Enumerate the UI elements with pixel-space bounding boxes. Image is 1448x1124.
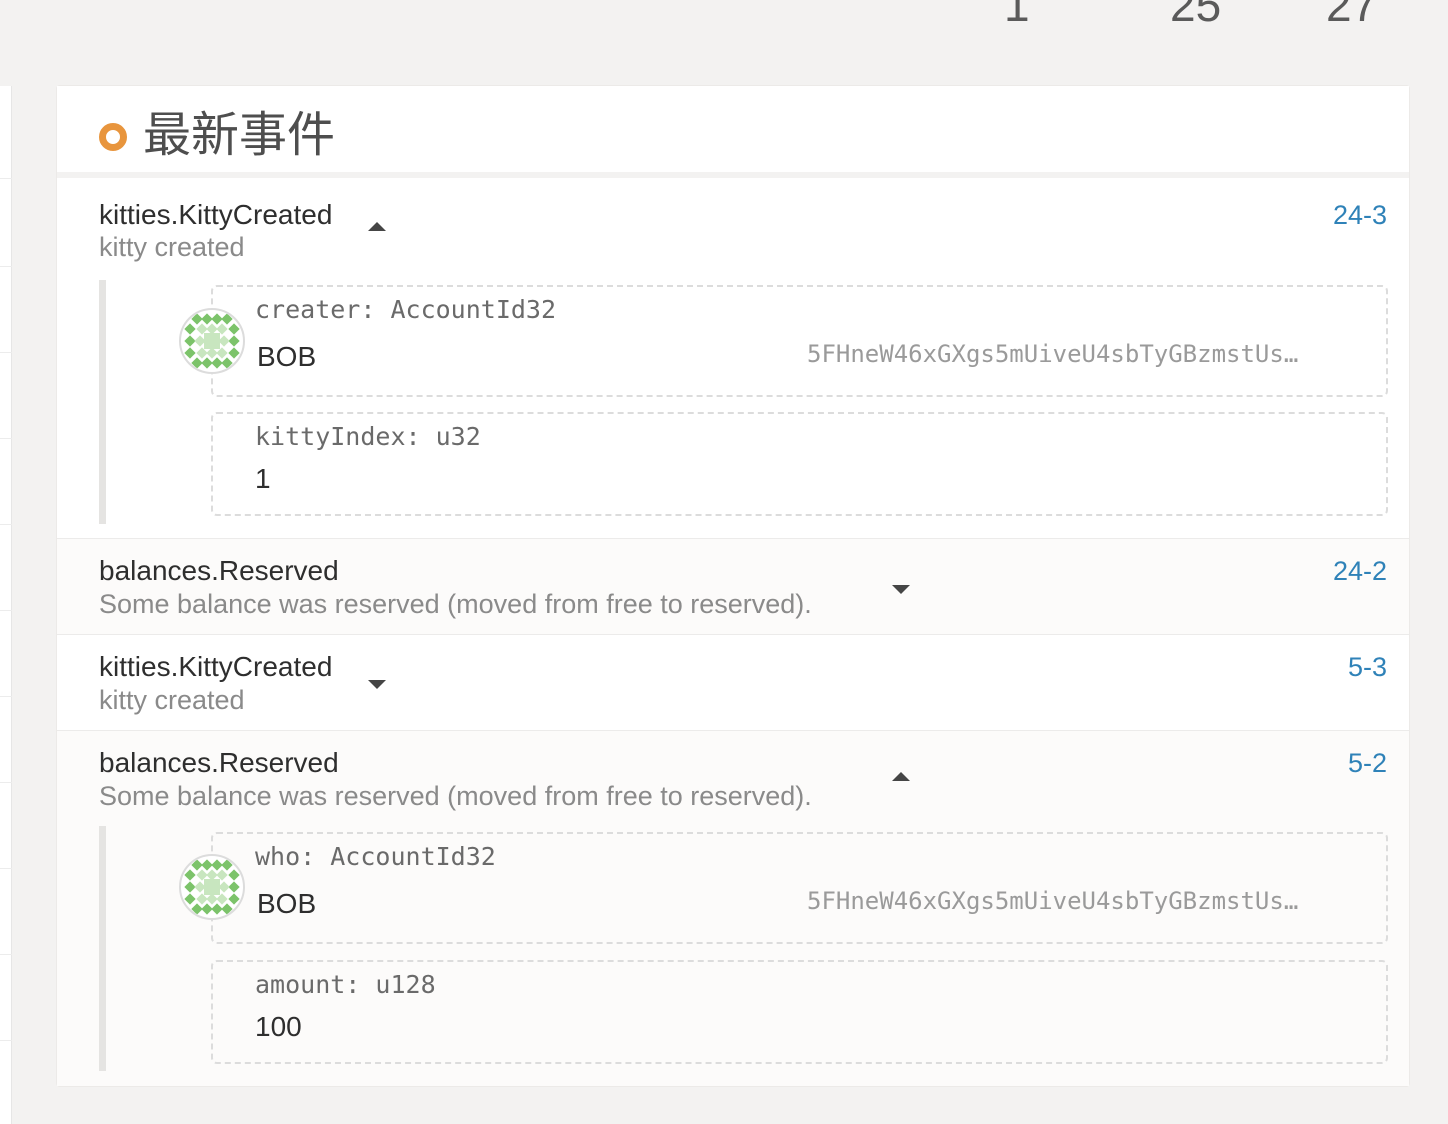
- event-row[interactable]: kitties.KittyCreated kitty created 5-3: [57, 635, 1409, 731]
- param-account: creater: AccountId32 BOB 5FHneW46xGXgs5m…: [211, 285, 1388, 397]
- stat-value: 27: [1326, 0, 1378, 31]
- param-index: kittyIndex: u32 1: [211, 412, 1388, 516]
- panel-title: 最新事件: [143, 107, 336, 163]
- account-address[interactable]: 5FHneW46xGXgs5mUiveU4sbTyGBzmstUs…: [807, 884, 1298, 918]
- param-label: creater: AccountId32: [255, 295, 557, 324]
- param-label: amount: u128: [255, 970, 436, 999]
- event-id-link[interactable]: 24-2: [1333, 554, 1387, 588]
- event-description: Some balance was reserved (moved from fr…: [99, 589, 812, 619]
- event-name: balances.Reserved: [99, 555, 339, 586]
- account-name: BOB: [257, 341, 317, 372]
- stat-value: 25: [1170, 0, 1222, 31]
- event-name: kitties.KittyCreated: [99, 651, 333, 682]
- param-value: 100: [255, 1011, 302, 1042]
- event-name: kitties.KittyCreated: [99, 199, 333, 230]
- status-dot-icon: [99, 123, 127, 151]
- event-id-link[interactable]: 5-2: [1348, 746, 1387, 780]
- collapse-caret-icon[interactable]: [368, 222, 386, 231]
- stat-value: 1: [1004, 0, 1030, 31]
- identicon-avatar-icon[interactable]: [179, 854, 245, 920]
- event-row[interactable]: balances.Reserved Some balance was reser…: [57, 539, 1409, 635]
- event-id-link[interactable]: 24-3: [1333, 198, 1387, 232]
- event-description: Some balance was reserved (moved from fr…: [99, 781, 812, 811]
- param-value: 1: [255, 463, 271, 494]
- param-amount: amount: u128 100: [211, 960, 1388, 1064]
- params-bar: [99, 826, 106, 1071]
- event-id-link[interactable]: 5-3: [1348, 650, 1387, 684]
- event-name: balances.Reserved: [99, 747, 339, 778]
- collapse-caret-icon[interactable]: [892, 772, 910, 781]
- event-description: kitty created: [99, 232, 245, 262]
- account-name: BOB: [257, 888, 317, 919]
- event-row: balances.Reserved Some balance was reser…: [57, 731, 1409, 1086]
- account-address[interactable]: 5FHneW46xGXgs5mUiveU4sbTyGBzmstUs…: [807, 337, 1298, 371]
- identicon-icon: [184, 313, 240, 369]
- identicon-icon: [184, 859, 240, 915]
- left-panel-edge: [0, 86, 12, 1124]
- expand-caret-icon[interactable]: [368, 680, 386, 689]
- top-stats: 1 25 27: [0, 0, 1448, 42]
- param-label: who: AccountId32: [255, 842, 496, 871]
- params-bar: [99, 280, 106, 524]
- panel-header: 最新事件: [57, 86, 1409, 178]
- event-description: kitty created: [99, 685, 245, 715]
- event-row: kitties.KittyCreated kitty created 24-3 …: [57, 182, 1409, 539]
- expand-caret-icon[interactable]: [892, 585, 910, 594]
- recent-events-panel: 最新事件 kitties.KittyCreated kitty created …: [56, 85, 1410, 1087]
- param-label: kittyIndex: u32: [255, 422, 481, 451]
- param-account: who: AccountId32 BOB 5FHneW46xGXgs5mUive…: [211, 832, 1388, 944]
- identicon-avatar-icon[interactable]: [179, 308, 245, 374]
